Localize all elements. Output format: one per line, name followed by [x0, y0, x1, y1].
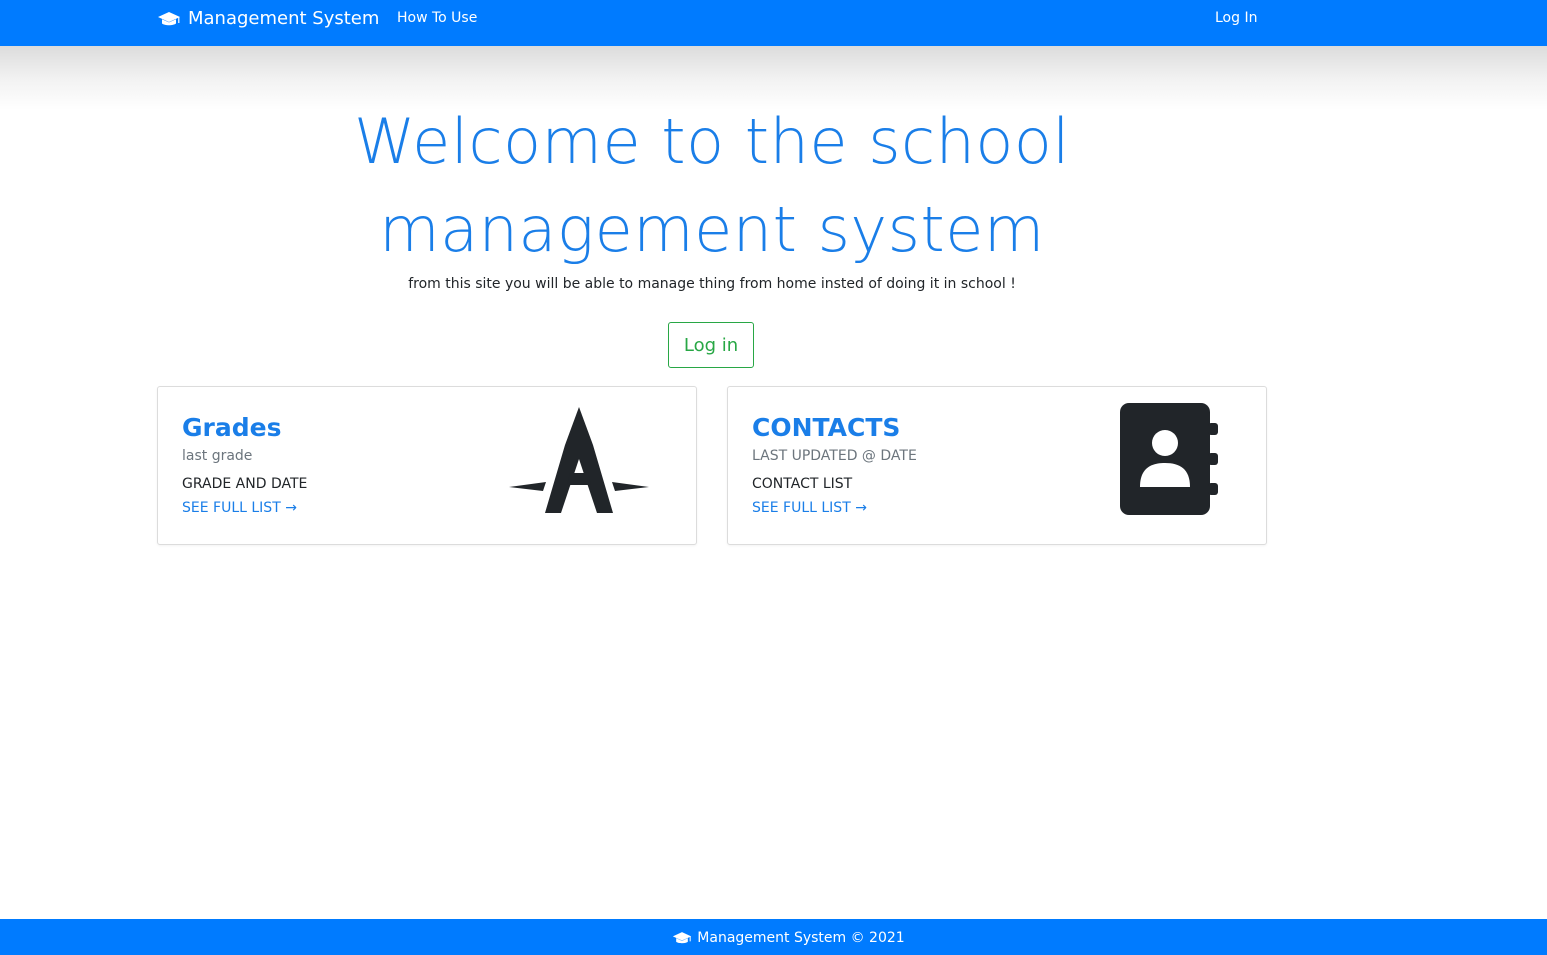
contacts-card: CONTACTS LAST UPDATED @ DATE CONTACT LIS… [727, 386, 1267, 545]
grades-card: Grades last grade GRADE AND DATE SEE FUL… [157, 386, 697, 545]
footer-copyright: Management System © 2021 [697, 930, 905, 946]
footer: Management System © 2021 [0, 919, 1547, 955]
grades-see-full-list-link[interactable]: SEE FULL LIST → [182, 500, 297, 516]
hero-subtitle: from this site you will be able to manag… [408, 276, 1016, 292]
hero-title: Welcome to the school management system [354, 105, 1070, 266]
contacts-card-text: CONTACT LIST [752, 476, 853, 492]
graduation-cap-icon [673, 932, 692, 944]
footer-content: Management System © 2021 [0, 930, 1547, 946]
nav-how-to-use-link[interactable]: How To Use [397, 10, 477, 26]
address-book-icon [1120, 403, 1218, 515]
contacts-card-subtitle: LAST UPDATED @ DATE [752, 448, 917, 464]
nav-login-link[interactable]: Log In [1215, 10, 1257, 26]
contacts-see-full-list-link[interactable]: SEE FULL LIST → [752, 500, 867, 516]
grades-card-text: GRADE AND DATE [182, 476, 308, 492]
hero-login-button[interactable]: Log in [668, 322, 754, 368]
grades-card-subtitle: last grade [182, 448, 253, 464]
navbar-brand-label: Management System [188, 8, 380, 29]
grade-a-icon [509, 407, 649, 513]
contacts-card-title: CONTACTS [752, 413, 901, 442]
top-navbar: Management System How To Use Log In [0, 0, 1547, 46]
graduation-cap-icon [158, 11, 180, 25]
navbar-brand[interactable]: Management System [157, 8, 379, 29]
grades-card-title: Grades [182, 413, 282, 442]
